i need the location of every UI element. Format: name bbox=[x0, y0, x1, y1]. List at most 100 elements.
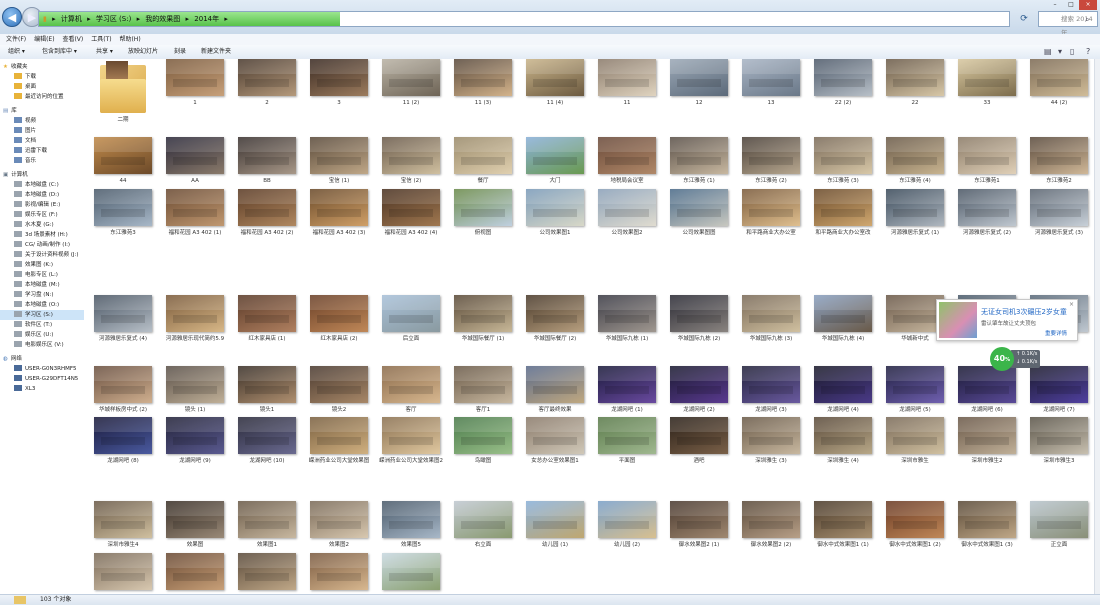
image-file-item[interactable]: 地税局会议室 bbox=[594, 137, 660, 193]
nav-item[interactable]: 影视/编辑 (E:) bbox=[0, 200, 84, 210]
image-file-item[interactable]: 龙湖网吧 (2) bbox=[666, 366, 732, 422]
nav-item[interactable]: 文档 bbox=[0, 136, 84, 146]
image-file-item[interactable] bbox=[306, 553, 372, 594]
image-file-item[interactable]: 深圳市雅生3 bbox=[1026, 417, 1092, 473]
nav-item[interactable]: 学习盘 (N:) bbox=[0, 290, 84, 300]
chevron-down-icon[interactable]: ▾ bbox=[1058, 47, 1062, 56]
image-file-item[interactable]: 河源雅居乐复式 (1) bbox=[882, 189, 948, 245]
image-file-item[interactable]: 深圳市雅生 bbox=[882, 417, 948, 473]
image-file-item[interactable]: 深圳雅生 (4) bbox=[810, 417, 876, 473]
menu-view[interactable]: 查看(V) bbox=[62, 34, 83, 45]
close-button[interactable]: × bbox=[1079, 0, 1097, 10]
image-file-item[interactable] bbox=[162, 553, 228, 594]
image-file-item[interactable]: 女总办公室效果图1 bbox=[522, 417, 588, 473]
vertical-scrollbar[interactable] bbox=[1094, 59, 1100, 594]
image-file-item[interactable]: 镜头2 bbox=[306, 366, 372, 422]
image-file-item[interactable]: 龙湖网吧 (7) bbox=[1026, 366, 1092, 422]
image-file-item[interactable]: 11 (2) bbox=[378, 59, 444, 115]
image-file-item[interactable]: 客厅1 bbox=[450, 366, 516, 422]
image-file-item[interactable]: 御水中式效果图1 (1) bbox=[810, 501, 876, 557]
image-file-item[interactable]: 龙湖网吧 (8) bbox=[90, 417, 156, 473]
image-file-item[interactable] bbox=[234, 553, 300, 594]
image-file-item[interactable]: 右立面 bbox=[450, 501, 516, 557]
nav-item[interactable]: 下载 bbox=[0, 72, 84, 82]
nav-item[interactable]: 视频 bbox=[0, 116, 84, 126]
image-file-item[interactable]: 效果图 bbox=[162, 501, 228, 557]
image-file-item[interactable]: 河源雅居乐复式 (3) bbox=[1026, 189, 1092, 245]
image-file-item[interactable]: 12 bbox=[666, 59, 732, 115]
image-file-item[interactable]: 酒吧 bbox=[666, 417, 732, 473]
burn-button[interactable]: 刻录 bbox=[174, 45, 186, 59]
image-file-item[interactable]: 红木家具店 (1) bbox=[234, 295, 300, 351]
image-file-item[interactable]: 鸟瞰图 bbox=[450, 417, 516, 473]
image-file-item[interactable]: 深圳雅生 (3) bbox=[738, 417, 804, 473]
image-file-item[interactable]: 御水中式效果图1 (3) bbox=[954, 501, 1020, 557]
image-file-item[interactable]: 深圳市雅生2 bbox=[954, 417, 1020, 473]
nav-item[interactable]: 桌面 bbox=[0, 82, 84, 92]
image-file-item[interactable]: 龙湖网吧 (3) bbox=[738, 366, 804, 422]
image-file-item[interactable]: 3 bbox=[306, 59, 372, 115]
image-file-item[interactable]: 镜头1 bbox=[234, 366, 300, 422]
back-button[interactable]: ◀ bbox=[2, 7, 22, 27]
image-file-item[interactable]: 华城样板房中式 (2) bbox=[90, 366, 156, 422]
minimize-button[interactable]: – bbox=[1047, 0, 1063, 10]
nav-item[interactable]: 迅雷下载 bbox=[0, 146, 84, 156]
nav-section-library[interactable]: ▤ 库 bbox=[0, 106, 84, 116]
image-file-item[interactable]: 镜头 (1) bbox=[162, 366, 228, 422]
image-file-item[interactable]: 东江雅苑 (4) bbox=[882, 137, 948, 193]
image-file-item[interactable]: 龙湖网吧 (10) bbox=[234, 417, 300, 473]
image-file-item[interactable]: 东江雅苑 (1) bbox=[666, 137, 732, 193]
image-file-item[interactable]: 餐厅 bbox=[450, 137, 516, 193]
image-file-item[interactable]: 宝信 (2) bbox=[378, 137, 444, 193]
image-file-item[interactable]: 平面图 bbox=[594, 417, 660, 473]
image-file-item[interactable]: 13 bbox=[738, 59, 804, 115]
image-file-item[interactable]: 客厅最终效果 bbox=[522, 366, 588, 422]
image-file-item[interactable]: 公司效果图图 bbox=[666, 189, 732, 245]
nav-item[interactable]: 本地磁盘 (O:) bbox=[0, 300, 84, 310]
nav-section-computer[interactable]: ▣ 计算机 bbox=[0, 170, 84, 180]
image-file-item[interactable]: 嵘洲药业公司大堂效果图 bbox=[306, 417, 372, 473]
breadcrumb-drive[interactable]: 学习区 (S:) bbox=[96, 15, 132, 23]
image-file-item[interactable]: AA bbox=[162, 137, 228, 193]
image-file-item[interactable]: 河源雅居乐复式 (2) bbox=[954, 189, 1020, 245]
image-file-item[interactable]: 东江雅苑 (3) bbox=[810, 137, 876, 193]
breadcrumb-computer[interactable]: 计算机 bbox=[61, 15, 82, 23]
image-file-item[interactable]: 福和花园 A3 402 (3) bbox=[306, 189, 372, 245]
nav-item[interactable]: USER-G29DFT14N5 bbox=[0, 374, 84, 384]
image-file-item[interactable]: 幼儿园 (2) bbox=[594, 501, 660, 557]
image-file-item[interactable] bbox=[378, 553, 444, 594]
image-file-item[interactable]: 御水效果图2 (1) bbox=[666, 501, 732, 557]
nav-item[interactable]: 本地磁盘 (D:) bbox=[0, 190, 84, 200]
network-speed-widget[interactable]: ↑ 0.1K/s ↓ 0.1K/s 40% bbox=[990, 347, 1050, 371]
nav-item[interactable]: 图片 bbox=[0, 126, 84, 136]
image-file-item[interactable]: 河源雅居乐现代简约5.9 bbox=[162, 295, 228, 351]
image-file-item[interactable]: 嵘洲药业公司大堂效果图2 bbox=[378, 417, 444, 473]
nav-item[interactable]: XL3 bbox=[0, 384, 84, 394]
menu-tools[interactable]: 工具(T) bbox=[91, 34, 111, 45]
image-file-item[interactable]: 东江雅苑2 bbox=[1026, 137, 1092, 193]
nav-item[interactable]: 本地磁盘 (C:) bbox=[0, 180, 84, 190]
image-file-item[interactable]: 龙湖网吧 (9) bbox=[162, 417, 228, 473]
share-button[interactable]: 共享 ▾ bbox=[96, 45, 113, 59]
nav-item[interactable]: 软件区 (T:) bbox=[0, 320, 84, 330]
image-file-item[interactable] bbox=[90, 553, 156, 594]
nav-item[interactable]: 最近访问的位置 bbox=[0, 92, 84, 102]
image-file-item[interactable]: 华城国际九栋 (1) bbox=[594, 295, 660, 351]
image-file-item[interactable]: 11 (4) bbox=[522, 59, 588, 115]
organize-button[interactable]: 组织 ▾ bbox=[8, 45, 25, 59]
view-options-icon[interactable]: ▤ bbox=[1044, 47, 1052, 56]
slideshow-button[interactable]: 放映幻灯片 bbox=[128, 45, 158, 59]
address-bar[interactable]: ▮ ▸ 计算机 ▸ 学习区 (S:) ▸ 我的效果图 ▸ 2014年 ▸ bbox=[38, 11, 1010, 27]
image-file-item[interactable]: 福和花园 A3 402 (1) bbox=[162, 189, 228, 245]
image-file-item[interactable]: 华城国际九栋 (2) bbox=[666, 295, 732, 351]
include-library-button[interactable]: 包含到库中 ▾ bbox=[42, 45, 77, 59]
image-file-item[interactable]: 公司效果图2 bbox=[594, 189, 660, 245]
image-file-item[interactable]: 河源雅居乐复式 (4) bbox=[90, 295, 156, 351]
image-file-item[interactable]: 御水效果图2 (2) bbox=[738, 501, 804, 557]
image-file-item[interactable]: 44 (2) bbox=[1026, 59, 1092, 115]
image-file-item[interactable]: 御水中式效果图1 (2) bbox=[882, 501, 948, 557]
image-file-item[interactable]: 正立面 bbox=[1026, 501, 1092, 557]
image-file-item[interactable]: 客厅 bbox=[378, 366, 444, 422]
menu-edit[interactable]: 编辑(E) bbox=[34, 34, 54, 45]
nav-item[interactable]: 学习区 (S:) bbox=[0, 310, 84, 320]
